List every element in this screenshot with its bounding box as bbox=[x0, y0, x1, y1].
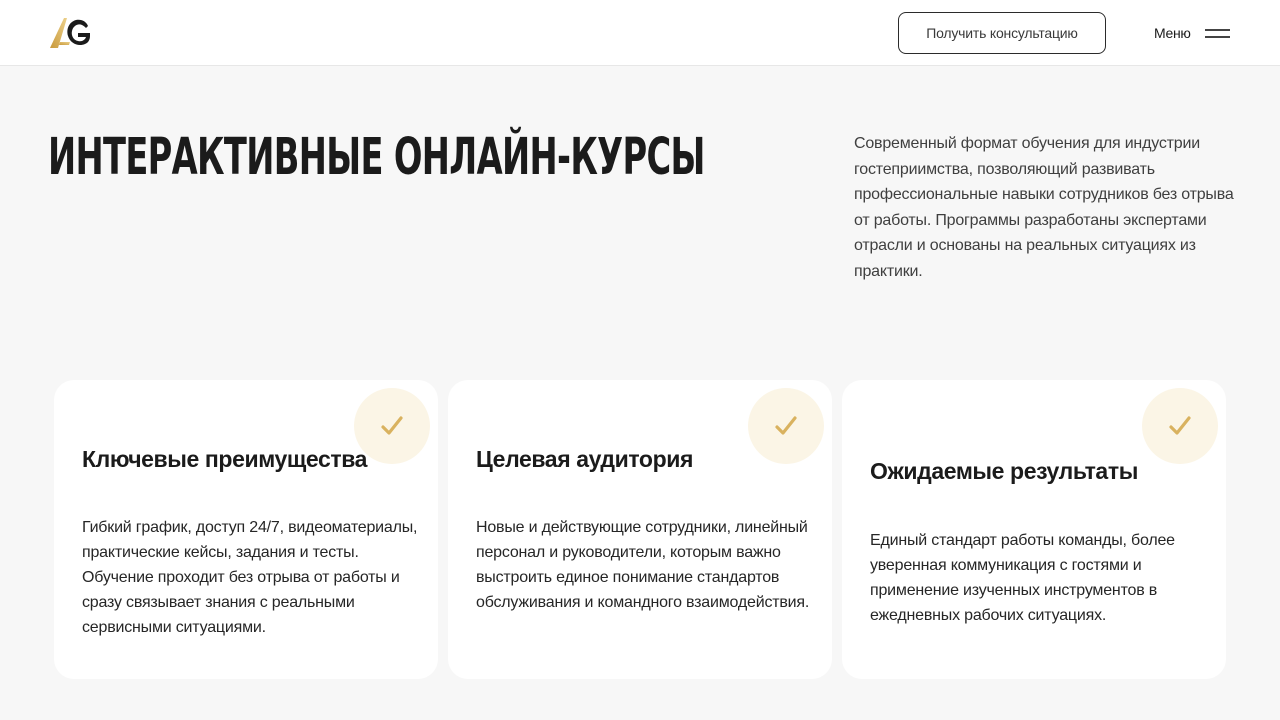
site-header: Получить консультацию Меню bbox=[0, 0, 1280, 66]
card-title: Ключевые преимущества bbox=[82, 446, 368, 472]
check-badge bbox=[1142, 388, 1218, 464]
check-icon bbox=[775, 416, 797, 435]
consultation-button[interactable]: Получить консультацию bbox=[898, 12, 1106, 54]
card-text: Гибкий график, доступ 24/7, видеоматериа… bbox=[82, 519, 418, 636]
card-title: Целевая аудитория bbox=[476, 446, 693, 472]
card-text: Новые и действующие сотрудники, линейный… bbox=[476, 519, 810, 611]
feature-card-audience: Целевая аудитория Новые и действующие со… bbox=[448, 380, 832, 679]
feature-card-results: Ожидаемые результаты Единый стандарт раб… bbox=[842, 380, 1226, 679]
menu-label: Меню bbox=[1154, 25, 1191, 41]
card-title: Ожидаемые результаты bbox=[870, 458, 1138, 484]
page-title: ИНТЕРАКТИВНЫЕ ОНЛАЙН-КУРСЫ bbox=[48, 128, 705, 187]
check-icon bbox=[381, 416, 403, 435]
hero-description: Современный формат обучения для индустри… bbox=[854, 135, 1234, 280]
menu-toggle[interactable]: Меню bbox=[1154, 22, 1230, 44]
check-badge bbox=[748, 388, 824, 464]
logo[interactable] bbox=[48, 16, 92, 50]
ag-logo-icon bbox=[50, 18, 90, 48]
hamburger-icon bbox=[1204, 28, 1230, 38]
check-icon bbox=[1169, 416, 1191, 435]
card-text: Единый стандарт работы команды, более ув… bbox=[870, 532, 1175, 624]
feature-card-benefits: Ключевые преимущества Гибкий график, дос… bbox=[54, 380, 438, 679]
